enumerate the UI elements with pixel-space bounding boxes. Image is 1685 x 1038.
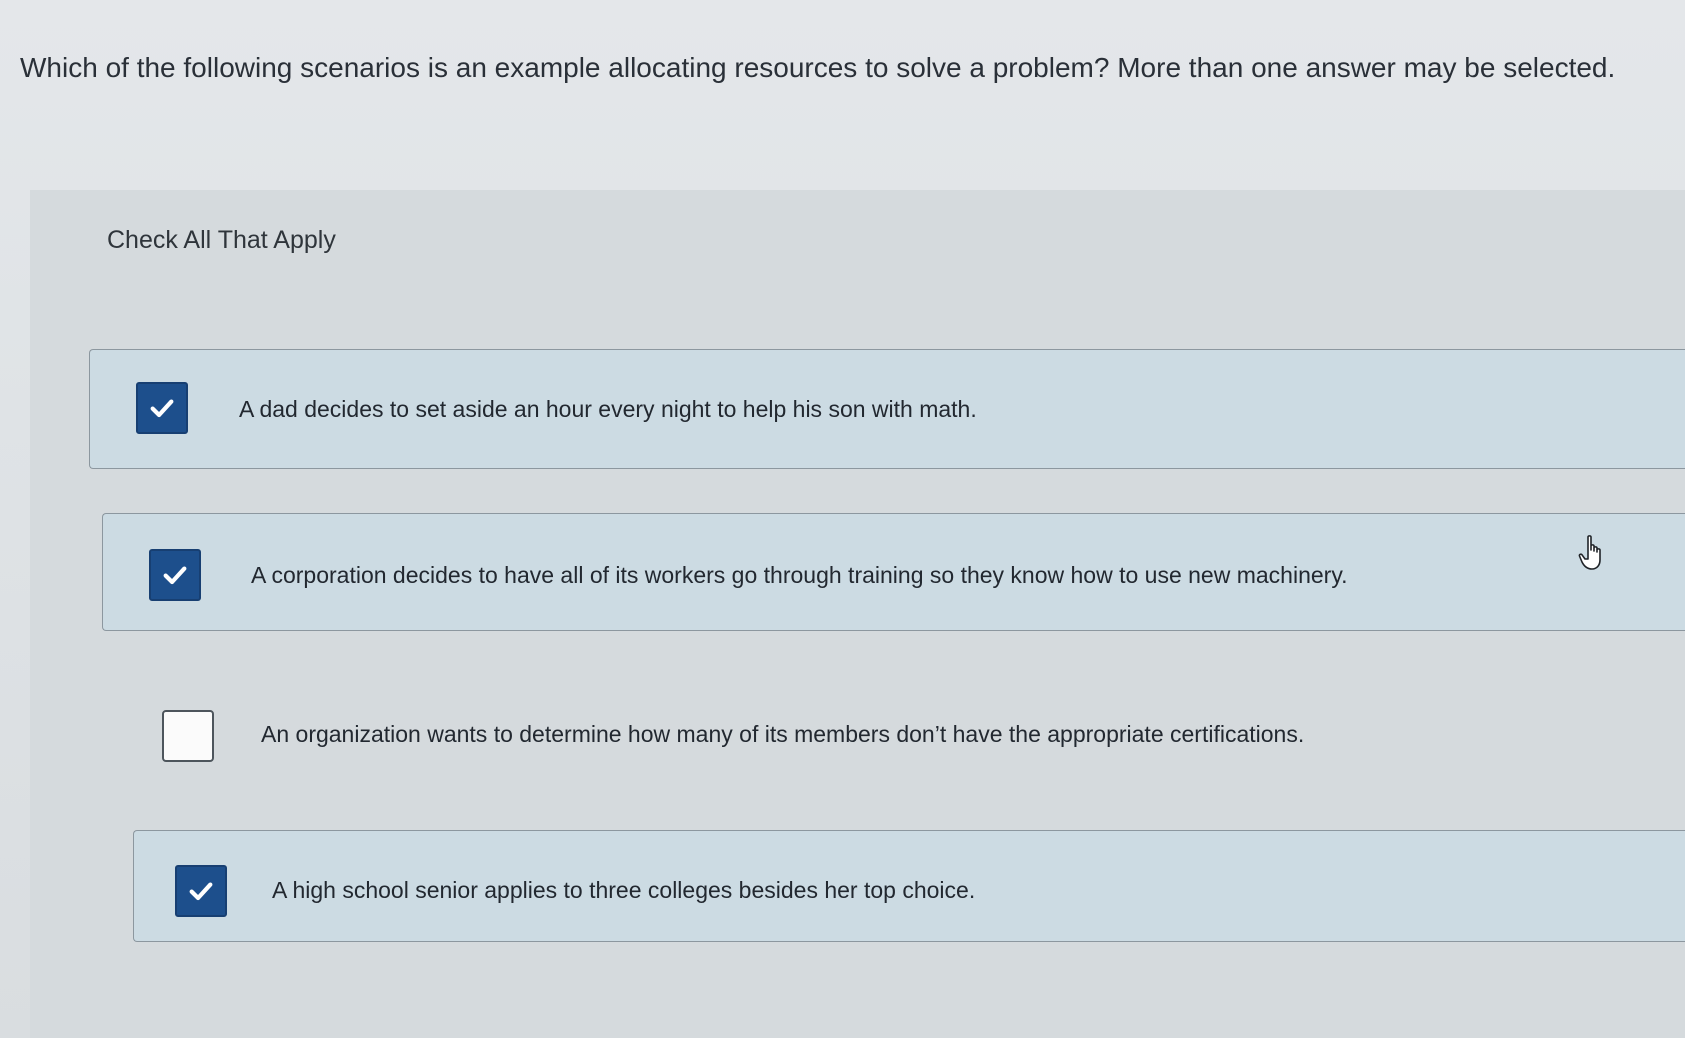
- option-label-1: A dad decides to set aside an hour every…: [239, 396, 977, 422]
- checkbox-checked-option-4[interactable]: [175, 865, 227, 917]
- option-label-4: A high school senior applies to three co…: [272, 877, 976, 903]
- checkbox-checked-option-2[interactable]: [149, 549, 201, 601]
- check-all-instruction: Check All That Apply: [107, 226, 336, 254]
- checkmark-icon: [150, 399, 174, 418]
- checkmark-icon: [189, 882, 213, 901]
- question-text: Which of the following scenarios is an e…: [20, 52, 1616, 83]
- answer-option-3[interactable]: An organization wants to determine how m…: [116, 680, 1685, 790]
- option-label-3: An organization wants to determine how m…: [261, 721, 1305, 747]
- answer-option-4[interactable]: A high school senior applies to three co…: [133, 830, 1685, 942]
- quiz-page: Which of the following scenarios is an e…: [0, 0, 1685, 1038]
- answer-option-2[interactable]: A corporation decides to have all of its…: [102, 513, 1685, 631]
- hand-pointer-icon: [1578, 535, 1601, 570]
- checkmark-icon: [163, 566, 187, 585]
- option-label-2: A corporation decides to have all of its…: [251, 562, 1348, 588]
- answer-option-1[interactable]: A dad decides to set aside an hour every…: [89, 349, 1685, 469]
- checkbox-empty-option-3[interactable]: [162, 710, 214, 762]
- checkbox-checked-option-1[interactable]: [136, 382, 188, 434]
